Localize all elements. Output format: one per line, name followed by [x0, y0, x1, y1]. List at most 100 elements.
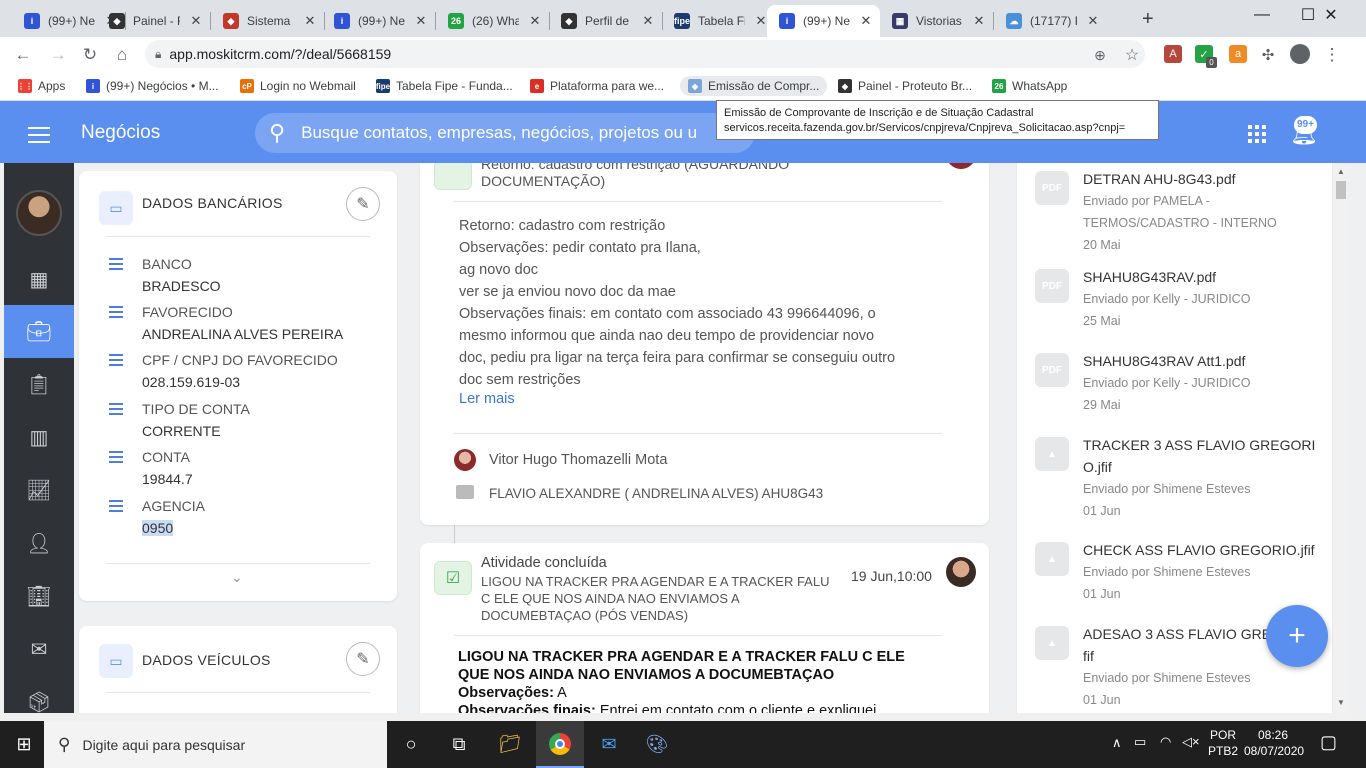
field-value[interactable]: 028.159.619-03: [142, 374, 240, 390]
browser-tab[interactable]: fipe Tabela Fi ✕: [662, 5, 775, 37]
file-item[interactable]: PDF SHAHU8G43RAV.pdf Enviado por Kelly - J…: [1035, 269, 1325, 365]
file-item[interactable]: ▲ TRACKER 3 ASS FLAVIO GREGORI O.jfif Envia…: [1035, 437, 1325, 533]
scroll-up-icon[interactable]: ▲: [1337, 167, 1345, 176]
battery-icon[interactable]: ▭: [1134, 734, 1146, 750]
window-close-icon[interactable]: ✕: [1308, 0, 1354, 30]
tray-chevron-icon[interactable]: ∧: [1112, 735, 1122, 751]
tab-close-icon[interactable]: ✕: [971, 13, 987, 29]
address-bar[interactable]: 🔒︎ app.moskitcrm.com/?/deal/5668159: [145, 40, 1145, 68]
wifi-icon[interactable]: ◠: [1160, 734, 1171, 750]
back-icon[interactable]: ←: [13, 45, 33, 65]
file-name[interactable]: DETRAN AHU-8G43.pdf: [1083, 171, 1236, 187]
deals-briefcase-icon[interactable]: 💼︎: [4, 305, 74, 358]
new-tab-button[interactable]: +: [1142, 8, 1154, 31]
browser-tab[interactable]: i (99+) Ne ✕: [322, 5, 435, 37]
field-value[interactable]: ANDREALINA ALVES PEREIRA: [142, 326, 343, 342]
reports-chart-icon[interactable]: 📈︎: [4, 464, 74, 517]
field-value[interactable]: 0950: [142, 520, 174, 536]
minimize-icon[interactable]: —: [1239, 0, 1285, 30]
bookmark-star-icon[interactable]: ☆: [1122, 45, 1142, 65]
file-item[interactable]: PDF DETRAN AHU-8G43.pdf Enviado por PAMELA…: [1035, 171, 1325, 267]
clock[interactable]: 08:26 08/07/2020: [1244, 727, 1304, 759]
card-title: DADOS BANCÁRIOS: [142, 195, 283, 211]
file-name[interactable]: CHECK ASS FLAVIO GREGORIO.jfif: [1083, 542, 1315, 558]
tasks-clipboard-icon[interactable]: 📋︎: [4, 358, 74, 411]
user-avatar[interactable]: [16, 190, 62, 236]
add-fab-button[interactable]: +: [1266, 605, 1328, 667]
search-placeholder: Busque contatos, empresas, negócios, pro…: [301, 123, 698, 142]
browser-tab[interactable]: 26 (26) Wha ✕: [436, 5, 549, 37]
browser-tab[interactable]: ☁ (17177) F ✕: [994, 5, 1107, 37]
edit-pencil-icon[interactable]: ✎: [346, 187, 380, 221]
windows-start-icon[interactable]: ⊞: [0, 721, 48, 768]
zoom-icon[interactable]: ⊕: [1090, 45, 1110, 65]
browser-tab[interactable]: ◆ Perfil de ✕: [549, 5, 662, 37]
paint-icon[interactable]: 🎨︎: [633, 721, 681, 768]
main-content: ▭ DADOS BANCÁRIOS ✎ BANCO BRADESCO FAVOREC…: [74, 163, 1366, 713]
home-icon[interactable]: ⌂: [112, 45, 132, 65]
field-value[interactable]: 19844.7: [142, 471, 193, 487]
field-value[interactable]: BRADESCO: [142, 278, 221, 294]
tab-close-icon[interactable]: ✕: [640, 13, 656, 29]
tab-close-icon[interactable]: ✕: [188, 13, 204, 29]
body-line: doc sem restrições: [459, 372, 581, 388]
language-indicator[interactable]: POR PTB2: [1208, 727, 1238, 759]
tab-favicon-icon: fipe: [674, 13, 690, 29]
tab-close-icon[interactable]: ✕: [302, 13, 318, 29]
browser-tab[interactable]: ▦ Vistorias ✕: [880, 5, 993, 37]
tab-close-icon[interactable]: ✕: [527, 13, 543, 29]
edit-pencil-icon[interactable]: ✎: [346, 642, 380, 676]
browser-menu-icon[interactable]: ⋮: [1322, 45, 1342, 65]
bookmark-item[interactable]: e Plataforma para we...: [530, 76, 664, 96]
bookmark-item[interactable]: 26 WhatsApp: [992, 76, 1067, 96]
read-more-link[interactable]: Ler mais: [459, 391, 515, 407]
file-name[interactable]: SHAHU8G43RAV Att1.pdf: [1083, 353, 1245, 369]
bookmark-item[interactable]: i (99+) Negócios • M...: [86, 76, 219, 96]
browser-tab[interactable]: ◆ Sistema | ✕: [211, 5, 324, 37]
activity-deal[interactable]: FLAVIO ALEXANDRE ( ANDRELINA ALVES) AHU8…: [489, 486, 823, 501]
scrollbar[interactable]: ▲ ▼: [1333, 163, 1350, 713]
bookmark-item[interactable]: ◆ Painel - Proteuto Br...: [838, 76, 972, 96]
hamburger-menu-icon[interactable]: [28, 127, 50, 148]
puzzle-extensions-icon[interactable]: ✣: [1258, 45, 1278, 65]
taskbar-search-input[interactable]: ⚲ Digite aqui para pesquisar: [44, 721, 387, 768]
tab-close-icon[interactable]: ✕: [1085, 13, 1101, 29]
tab-close-icon[interactable]: ✕: [858, 13, 874, 29]
field-value[interactable]: CORRENTE: [142, 423, 221, 439]
scrollbar-thumb[interactable]: [1336, 181, 1346, 199]
scroll-down-icon[interactable]: ▼: [1337, 698, 1345, 707]
pipeline-columns-icon[interactable]: ▥: [4, 411, 74, 464]
file-item[interactable]: PDF SHAHU8G43RAV Att1.pdf Enviado por Kell…: [1035, 353, 1325, 449]
bookmark-item[interactable]: cP Login no Webmail: [240, 76, 356, 96]
notification-center-icon[interactable]: ▢: [1320, 732, 1337, 753]
profile-avatar-icon[interactable]: [1290, 44, 1310, 64]
mail-icon[interactable]: ✉: [585, 721, 633, 768]
email-icon[interactable]: ✉: [4, 623, 74, 676]
file-name[interactable]: TRACKER 3 ASS FLAVIO GREGORI: [1083, 437, 1315, 453]
task-view-icon[interactable]: ⧉: [435, 721, 483, 768]
file-explorer-icon[interactable]: 📁︎: [486, 721, 534, 768]
apps-grid-icon[interactable]: [1248, 125, 1266, 143]
chrome-taskbar-icon[interactable]: [536, 721, 584, 768]
forward-icon[interactable]: →: [48, 45, 68, 65]
acrobat-extension-icon[interactable]: A: [1164, 45, 1182, 63]
bookmark-item[interactable]: ⋮⋮ Apps: [17, 76, 65, 96]
contacts-icon[interactable]: 👤︎: [4, 517, 74, 570]
browser-tab[interactable]: ◆ Painel - F ✕: [97, 5, 210, 37]
chevron-down-icon[interactable]: ⌄: [231, 569, 243, 586]
tab-close-icon[interactable]: ✕: [413, 13, 429, 29]
file-name[interactable]: ADESAO 3 ASS FLAVIO GREG: [1083, 626, 1282, 642]
cortana-icon[interactable]: ○: [387, 721, 435, 768]
dashboard-icon[interactable]: ▦: [4, 253, 74, 306]
companies-building-icon[interactable]: 🏢︎: [4, 570, 74, 623]
bookmark-item[interactable]: ◆ Emissão de Compr...: [680, 76, 828, 96]
file-name[interactable]: SHAHU8G43RAV.pdf: [1083, 269, 1216, 285]
tab-favicon-icon: ☁: [1006, 13, 1022, 29]
bookmark-item[interactable]: fipe Tabela Fipe - Funda...: [376, 76, 513, 96]
activity-user[interactable]: Vitor Hugo Thomazelli Mota: [489, 452, 667, 468]
volume-icon[interactable]: ◁×: [1182, 734, 1200, 750]
global-search-input[interactable]: ⚲ Busque contatos, empresas, negócios, p…: [255, 113, 755, 153]
reload-icon[interactable]: ↻: [80, 45, 100, 65]
shopping-extension-icon[interactable]: a: [1229, 45, 1247, 63]
browser-tab[interactable]: i (99+) Ne ✕: [767, 5, 880, 37]
